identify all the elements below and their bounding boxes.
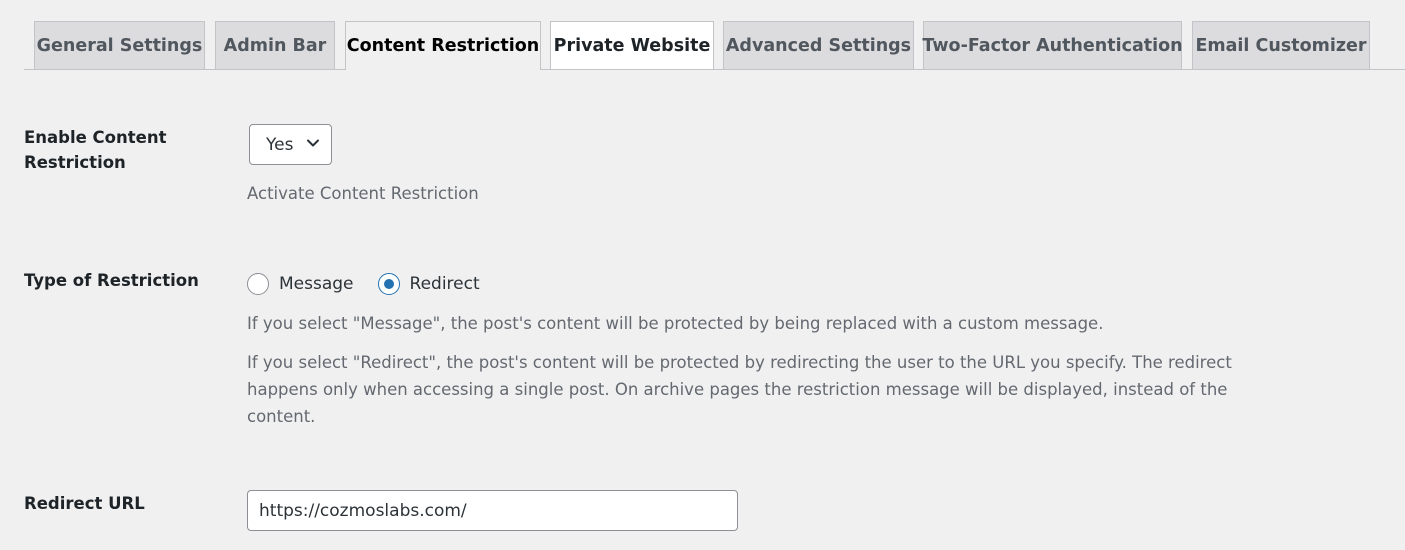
redirect-description-line3: content. [247,407,316,426]
enable-content-restriction-select[interactable]: Yes [249,124,332,165]
message-radio[interactable] [247,273,269,295]
enable-content-restriction-description: Activate Content Restriction [247,184,479,203]
tab-content-restriction[interactable]: Content Restriction [345,21,541,70]
redirect-description-line2: happens only when accessing a single pos… [247,380,1228,399]
radio-option-redirect[interactable]: Redirect [377,273,480,295]
enable-content-restriction-label-line2: Restriction [24,153,126,172]
redirect-description-line1: If you select "Redirect", the post's con… [247,353,1232,372]
enable-content-restriction-label: Enable Content Restriction [24,125,166,175]
message-radio-label: Message [279,274,354,294]
redirect-url-label: Redirect URL [24,494,145,513]
redirect-url-input[interactable] [247,490,738,531]
message-description: If you select "Message", the post's cont… [247,314,1104,333]
chevron-down-icon [307,139,319,147]
tab-email-customizer[interactable]: Email Customizer [1192,21,1370,69]
redirect-radio[interactable] [377,273,400,295]
settings-tabs: General Settings Admin Bar Content Restr… [24,21,1405,70]
tab-admin-bar[interactable]: Admin Bar [215,21,335,69]
tab-two-factor-authentication[interactable]: Two-Factor Authentication [922,21,1183,69]
enable-content-restriction-label-line1: Enable Content [24,128,167,147]
tab-advanced-settings[interactable]: Advanced Settings [723,21,914,69]
redirect-description: If you select "Redirect", the post's con… [247,349,1232,430]
select-value: Yes [266,134,294,155]
radio-option-message[interactable]: Message [247,273,354,295]
type-of-restriction-label: Type of Restriction [24,271,199,290]
tab-general-settings[interactable]: General Settings [34,21,205,69]
type-of-restriction-radios: Message Redirect [247,272,504,296]
redirect-radio-label: Redirect [409,274,480,294]
tab-private-website[interactable]: Private Website [550,21,714,69]
